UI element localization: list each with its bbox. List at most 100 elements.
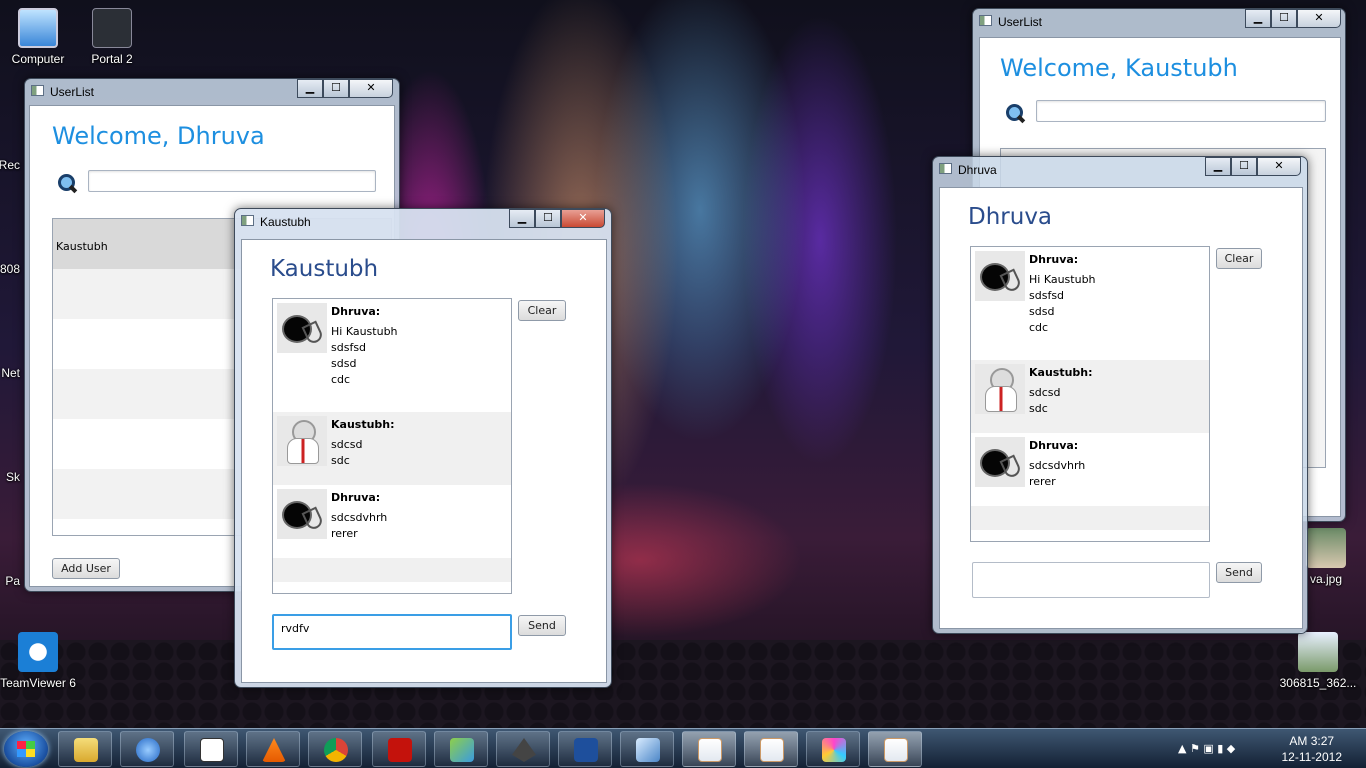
chat-window-kaustubh[interactable]: Kaustubh ▁ ☐ ✕ Kaustubh Dhruva: Hi Kaust… (234, 208, 612, 688)
search-icon (1006, 104, 1026, 126)
inkscape-icon (512, 738, 536, 762)
message-input[interactable]: rvdfv (272, 614, 512, 650)
chat-heading: Dhruva (968, 204, 1053, 230)
wallpaper-crowd (0, 640, 1366, 730)
message-list[interactable]: Dhruva: Hi Kaustubh sdsfsd sdsd cdc Kaus… (970, 246, 1210, 542)
message-input[interactable] (972, 562, 1210, 598)
acrobat-icon (388, 738, 412, 762)
desktop-icon-teamviewer[interactable]: TeamViewer 6 (0, 632, 76, 690)
desktop-icon-label: Portal 2 (91, 52, 133, 66)
taskbar-java-1[interactable] (682, 731, 736, 767)
maximize-button[interactable]: ☐ (323, 79, 349, 98)
search-input[interactable] (88, 170, 376, 192)
message-list[interactable]: Dhruva: Hi Kaustubh sdsfsd sdsd cdc Kaus… (272, 298, 512, 594)
message-line: sdcsdvhrh (331, 511, 388, 524)
title-bar[interactable]: UserList ▁ ☐ ✕ (973, 9, 1345, 33)
taskbar-vlc[interactable] (246, 731, 300, 767)
search-input[interactable] (1036, 100, 1326, 122)
maximize-button[interactable]: ☐ (535, 209, 561, 228)
start-button[interactable] (4, 731, 48, 767)
taskbar-java-3[interactable] (868, 731, 922, 767)
taskbar: ▲ ⚑ ▣ ▮ ◆ AM 3:27 12-11-2012 (0, 728, 1366, 768)
teamviewer-icon (18, 632, 58, 672)
image-thumbnail-icon (1298, 632, 1338, 672)
desktop-icon-label: 306815_362... (1279, 676, 1357, 690)
maximize-button[interactable]: ☐ (1231, 157, 1257, 176)
send-button[interactable]: Send (1216, 562, 1262, 583)
netbeans-icon (822, 738, 846, 762)
chrome-icon (324, 738, 348, 762)
message-line: Hi Kaustubh (1029, 273, 1096, 286)
taskbar-inkscape[interactable] (496, 731, 550, 767)
desktop-icon-computer[interactable]: Computer (0, 8, 76, 66)
taskbar-explorer[interactable] (58, 731, 112, 767)
title-bar[interactable]: UserList ▁ ☐ ✕ (25, 79, 399, 103)
desktop-icon-label: va.jpg (1309, 572, 1343, 586)
window-title: Dhruva (958, 163, 997, 177)
clear-button[interactable]: Clear (1216, 248, 1262, 269)
desktop-icon-photo[interactable]: 306815_362... (1272, 632, 1364, 690)
welcome-heading: Welcome, Kaustubh (1000, 54, 1238, 82)
message-line: Hi Kaustubh (331, 325, 398, 338)
clock-time: AM 3:27 (1289, 734, 1335, 748)
message-item: Dhruva: sdcsdvhrh rerer (971, 433, 1209, 506)
image-thumbnail-icon (1306, 528, 1346, 568)
close-button[interactable]: ✕ (349, 79, 393, 98)
message-sender: Dhruva: (331, 305, 381, 318)
taskbar-java-2[interactable] (744, 731, 798, 767)
minimize-button[interactable]: ▁ (509, 209, 535, 228)
taskbar-acrobat[interactable] (372, 731, 426, 767)
headset-avatar-icon (975, 251, 1025, 301)
chat-window-dhruva[interactable]: Dhruva ▁ ☐ ✕ Dhruva Dhruva: Hi Kaustubh … (932, 156, 1308, 634)
taskbar-powershell[interactable] (558, 731, 612, 767)
java-icon (698, 738, 722, 762)
maximize-button[interactable]: ☐ (1271, 9, 1297, 28)
headset-avatar-icon (277, 489, 327, 539)
welcome-heading: Welcome, Dhruva (52, 122, 265, 150)
clear-button[interactable]: Clear (518, 300, 566, 321)
tux-avatar-icon (975, 364, 1025, 414)
taskbar-zend[interactable] (184, 731, 238, 767)
window-title: Kaustubh (260, 215, 311, 229)
message-sender: Dhruva: (1029, 253, 1079, 266)
taskbar-virtualbox[interactable] (620, 731, 674, 767)
add-user-button[interactable]: Add User (52, 558, 120, 579)
windows-live-icon (450, 738, 474, 762)
desktop-partial-label: Pa (5, 574, 20, 588)
minimize-button[interactable]: ▁ (1245, 9, 1271, 28)
desktop-partial-label: 808 (0, 262, 20, 276)
window-client: Dhruva Dhruva: Hi Kaustubh sdsfsd sdsd c… (939, 187, 1303, 629)
desktop-icon-label: Computer (11, 52, 65, 66)
taskbar-itunes[interactable] (120, 731, 174, 767)
itunes-icon (136, 738, 160, 762)
taskbar-windows-live[interactable] (434, 731, 488, 767)
send-button[interactable]: Send (518, 615, 566, 636)
window-title: UserList (998, 15, 1043, 29)
clock-date: 12-11-2012 (1281, 750, 1343, 764)
desktop-icon-label: TeamViewer 6 (0, 676, 76, 690)
taskbar-netbeans[interactable] (806, 731, 860, 767)
virtualbox-icon (636, 738, 660, 762)
message-line: sdsfsd (1029, 289, 1065, 302)
message-line: cdc (1029, 321, 1049, 334)
close-button[interactable]: ✕ (1297, 9, 1341, 28)
message-line: sdc (1029, 402, 1048, 415)
close-button[interactable]: ✕ (1257, 157, 1301, 176)
system-tray[interactable]: ▲ ⚑ ▣ ▮ ◆ (1178, 742, 1235, 755)
message-sender: Dhruva: (331, 491, 381, 504)
message-item: Dhruva: sdcsdvhrh rerer (273, 485, 511, 558)
minimize-button[interactable]: ▁ (1205, 157, 1231, 176)
taskbar-chrome[interactable] (308, 731, 362, 767)
minimize-button[interactable]: ▁ (297, 79, 323, 98)
title-bar[interactable]: Dhruva ▁ ☐ ✕ (933, 157, 1307, 181)
desktop-icon-portal2[interactable]: Portal 2 (74, 8, 150, 66)
close-button[interactable]: ✕ (561, 209, 605, 228)
message-item: Kaustubh: sdcsd sdc (971, 360, 1209, 433)
headset-avatar-icon (975, 437, 1025, 487)
clock[interactable]: AM 3:27 12-11-2012 (1282, 733, 1343, 765)
powershell-icon (574, 738, 598, 762)
message-item: Kaustubh: sdcsd sdc (273, 412, 511, 485)
message-item: Dhruva: Hi Kaustubh sdsfsd sdsd cdc (273, 299, 511, 412)
title-bar[interactable]: Kaustubh ▁ ☐ ✕ (235, 209, 611, 233)
message-line: rerer (1029, 475, 1056, 488)
